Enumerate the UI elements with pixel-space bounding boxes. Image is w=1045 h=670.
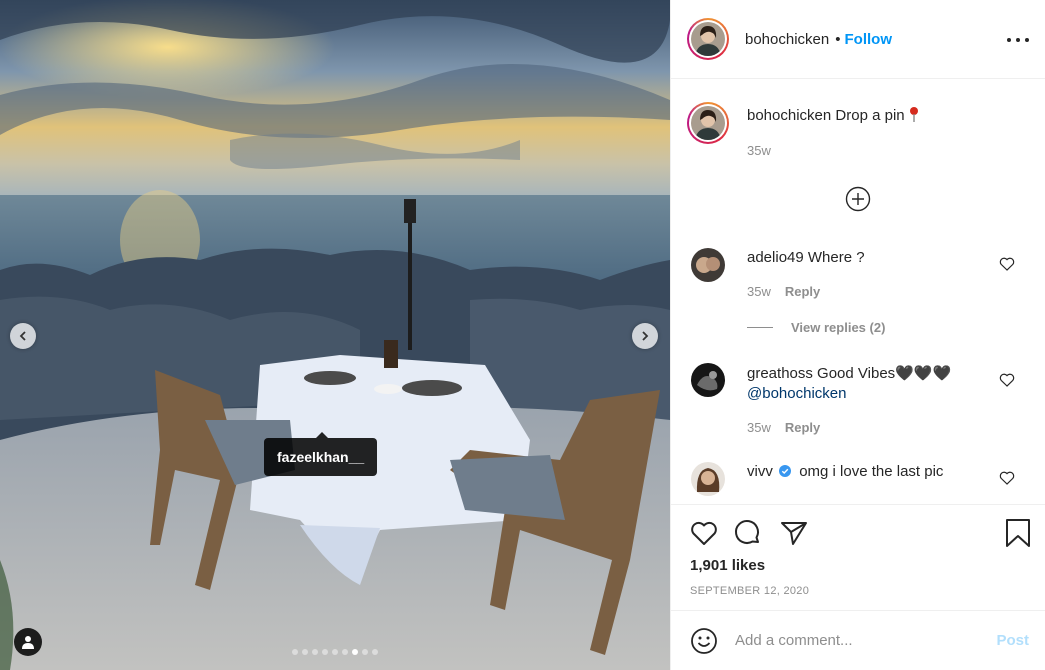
chevron-left-icon <box>19 331 26 341</box>
post-header: bohochicken • Follow <box>671 0 1045 79</box>
follow-button[interactable]: Follow <box>845 31 893 48</box>
comment-text: adelio49 Where ? <box>747 248 865 268</box>
author-username[interactable]: bohochicken <box>745 31 829 48</box>
carousel-dot <box>362 649 368 655</box>
reply-button[interactable]: Reply <box>785 284 820 299</box>
dot <box>1016 38 1020 42</box>
view-replies-label: View replies (2) <box>791 320 886 335</box>
paper-plane-icon[interactable] <box>779 518 809 548</box>
caption-text: bohochicken Drop a pin <box>747 106 919 126</box>
comment-body: omg i love the last pic <box>799 463 944 480</box>
post-photo[interactable]: fazeelkhan__ <box>0 0 670 670</box>
profile-photo-icon <box>691 462 725 496</box>
caption-body: Drop a pin <box>835 107 905 124</box>
author-avatar[interactable] <box>687 18 729 60</box>
divider <box>747 327 773 328</box>
reply-button[interactable]: Reply <box>785 420 820 435</box>
caption-age[interactable]: 35w <box>747 143 771 158</box>
comment-body: Where ? <box>807 249 865 266</box>
post-button[interactable]: Post <box>996 632 1029 649</box>
heart-icon[interactable] <box>689 518 719 548</box>
post-actions: 1,901 likes SEPTEMBER 12, 2020 <box>671 504 1045 610</box>
carousel-dot <box>372 649 378 655</box>
comment-text: greathoss Good Vibes🖤🖤🖤 @bohochicken <box>747 364 987 404</box>
likes-count[interactable]: 1,901 likes <box>690 557 765 574</box>
carousel-indicator <box>0 649 670 655</box>
comment-icon[interactable] <box>733 518 763 548</box>
comment-username[interactable]: adelio49 <box>747 249 804 266</box>
mention-link[interactable]: @bohochicken <box>747 385 846 402</box>
previous-photo-button[interactable] <box>10 323 36 349</box>
comment-username[interactable]: greathoss <box>747 365 813 382</box>
add-comment-bar: Post <box>671 610 1045 670</box>
next-photo-button[interactable] <box>632 323 658 349</box>
comment-input[interactable] <box>735 632 975 649</box>
commenter-avatar[interactable] <box>691 462 725 496</box>
profile-photo-icon <box>691 363 725 397</box>
user-icon <box>22 636 34 649</box>
carousel-dot <box>332 649 338 655</box>
heart-icon[interactable] <box>999 256 1015 272</box>
commenter-avatar[interactable] <box>691 248 725 282</box>
more-options-button[interactable] <box>1007 30 1029 50</box>
black-heart-emojis: 🖤🖤🖤 <box>895 365 952 382</box>
user-tag-label[interactable]: fazeelkhan__ <box>264 432 378 476</box>
sunset-dinner-photo <box>0 0 670 670</box>
post-sidebar: bohochicken • Follow bohochicken Drop a … <box>670 0 1045 670</box>
round-pushpin-icon <box>909 107 918 122</box>
heart-icon[interactable] <box>999 372 1015 388</box>
bookmark-icon[interactable] <box>1003 518 1033 548</box>
comment-text: vivv omg i love the last pic <box>747 462 943 482</box>
caption-avatar[interactable] <box>687 102 729 144</box>
comment-meta: 35w Reply <box>747 284 820 299</box>
profile-photo-icon <box>691 106 725 140</box>
comment-username[interactable]: vivv <box>747 463 773 480</box>
comments-list[interactable]: bohochicken Drop a pin 35w adelio49 Wher… <box>671 80 1045 504</box>
carousel-dot-active <box>352 649 358 655</box>
chevron-right-icon <box>642 331 649 341</box>
carousel-dot <box>342 649 348 655</box>
caption-username[interactable]: bohochicken <box>747 107 831 124</box>
comment-body: Good Vibes <box>817 365 896 382</box>
follow-separator: • <box>835 30 841 48</box>
caption-meta: 35w <box>747 143 771 158</box>
dot <box>1025 38 1029 42</box>
post-date[interactable]: SEPTEMBER 12, 2020 <box>690 585 809 597</box>
comment-age[interactable]: 35w <box>747 420 771 435</box>
profile-photo-icon <box>691 248 725 282</box>
plus-circle-icon[interactable] <box>845 186 871 212</box>
smiley-icon[interactable] <box>690 627 718 655</box>
carousel-dot <box>312 649 318 655</box>
carousel-dot <box>322 649 328 655</box>
heart-icon[interactable] <box>999 470 1015 486</box>
profile-photo-icon <box>691 22 725 56</box>
comment-meta: 35w Reply <box>747 420 820 435</box>
carousel-dot <box>292 649 298 655</box>
view-replies-button[interactable]: View replies (2) <box>747 320 885 335</box>
carousel-dot <box>302 649 308 655</box>
verified-badge-icon <box>779 465 792 477</box>
more-horizontal-icon <box>1007 38 1011 42</box>
commenter-avatar[interactable] <box>691 363 725 397</box>
comment-age[interactable]: 35w <box>747 284 771 299</box>
